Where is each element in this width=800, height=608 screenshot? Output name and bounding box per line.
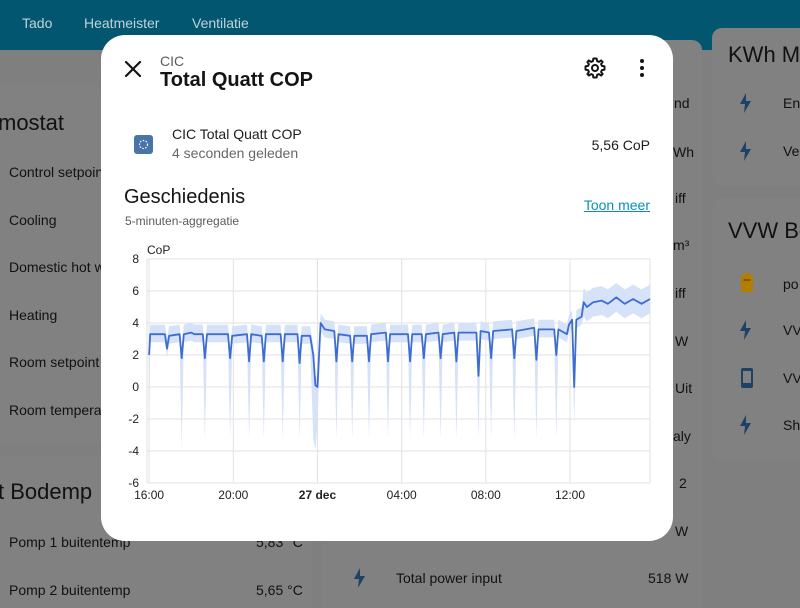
- power-row-value: W: [675, 333, 689, 349]
- gear-icon[interactable]: [583, 56, 607, 80]
- sensor-icon: [134, 135, 153, 154]
- vvw-card-title: VVW Bo: [728, 218, 800, 243]
- chart-y-tick-label: 2: [132, 348, 139, 362]
- thermostat-row[interactable]: Room setpoint: [9, 354, 99, 370]
- bolt-icon: [740, 141, 751, 161]
- phone-icon: [741, 368, 753, 388]
- thermostat-row[interactable]: Cooling: [9, 212, 56, 228]
- more-options-icon[interactable]: [630, 56, 654, 80]
- close-icon[interactable]: [121, 57, 145, 81]
- chart-x-tick-label: 20:00: [218, 488, 248, 502]
- chart-x-tick-label: 27 dec: [299, 488, 337, 502]
- thermostat-row[interactable]: Heating: [9, 307, 57, 323]
- bolt-icon: [740, 320, 751, 340]
- chart-y-tick-label: 4: [132, 316, 139, 330]
- tab-tado[interactable]: Tado: [22, 15, 52, 31]
- history-chart[interactable]: CoP 86420-2-4-6 16:00 20:00 27 dec 04:00 08:…: [121, 243, 653, 505]
- vvw-row[interactable]: Sh: [783, 417, 800, 433]
- thermostat-card-title: mostat: [0, 110, 65, 135]
- battery-icon: [741, 273, 753, 292]
- bodem-card-title: t Bodemp: [0, 479, 93, 504]
- kwh-row[interactable]: Ve: [783, 143, 799, 159]
- power-row-value: nd: [674, 95, 690, 111]
- more-info-dialog: CIC Total Quatt COP CIC Total Quatt COP …: [101, 35, 673, 541]
- chart-x-tick-label: 08:00: [471, 488, 501, 502]
- chart-x-ticks: 16:00 20:00 27 dec 04:00 08:00 12:00: [134, 488, 585, 502]
- entity-name: CIC Total Quatt COP: [172, 126, 302, 142]
- chart-ylabel: CoP: [147, 243, 170, 257]
- chart-y-tick-label: 0: [132, 380, 139, 394]
- tab-heatmeister[interactable]: Heatmeister: [84, 15, 159, 31]
- entity-row[interactable]: CIC Total Quatt COP 4 seconden geleden 5…: [121, 121, 653, 169]
- chart-x-tick-label: 12:00: [555, 488, 585, 502]
- history-aggregation: 5-minuten-aggregatie: [125, 214, 240, 228]
- history-title: Geschiedenis: [124, 186, 246, 208]
- entity-last-changed: 4 seconden geleden: [172, 145, 299, 161]
- chart-x-tick-label: 04:00: [387, 488, 417, 502]
- dialog-subtitle: CIC: [160, 53, 185, 69]
- bodem-row-label[interactable]: Pomp 2 buitentemp: [9, 582, 130, 598]
- tab-ventilatie[interactable]: Ventilatie: [192, 15, 249, 31]
- power-row-value: Uit: [675, 380, 693, 396]
- thermostat-row[interactable]: Control setpoin: [9, 164, 103, 180]
- dialog-title: Total Quatt COP: [160, 69, 313, 91]
- thermostat-row[interactable]: Domestic hot w: [9, 259, 105, 275]
- bolt-icon: [354, 568, 365, 588]
- power-row-value: aly: [673, 428, 691, 444]
- vvw-row[interactable]: VV: [783, 322, 800, 338]
- power-row-value: W: [675, 523, 689, 539]
- chart-y-tick-label: -4: [128, 444, 139, 458]
- entity-state: 5,56 CoP: [591, 137, 650, 153]
- chart-y-tick-label: -2: [128, 412, 139, 426]
- chart-y-tick-label: 8: [132, 252, 139, 266]
- thermostat-row[interactable]: Room tempera: [9, 402, 102, 418]
- vvw-row[interactable]: VV: [783, 370, 800, 386]
- power-row-value: iff: [675, 190, 686, 206]
- kwh-row[interactable]: Ene: [783, 95, 800, 111]
- chart-y-ticks: 86420-2-4-6: [128, 252, 139, 490]
- chart-y-tick-label: 6: [132, 284, 139, 298]
- kwh-card-title: KWh M: [728, 42, 800, 67]
- bolt-icon: [740, 93, 751, 113]
- chart-series-line: [148, 296, 651, 388]
- power-row-value: Wh: [673, 144, 694, 160]
- vvw-row[interactable]: po: [783, 276, 799, 292]
- show-more-link[interactable]: Toon meer: [584, 197, 650, 213]
- total-power-label[interactable]: Total power input: [396, 570, 502, 586]
- chart-x-tick-label: 16:00: [134, 488, 164, 502]
- bodem-row-value: 5,65 °C: [256, 582, 303, 598]
- power-row-value: 2: [679, 475, 687, 491]
- power-row-value: iff: [675, 285, 686, 301]
- total-power-value: 518 W: [648, 570, 689, 586]
- power-row-value: m³: [673, 237, 690, 253]
- bolt-icon: [740, 415, 751, 435]
